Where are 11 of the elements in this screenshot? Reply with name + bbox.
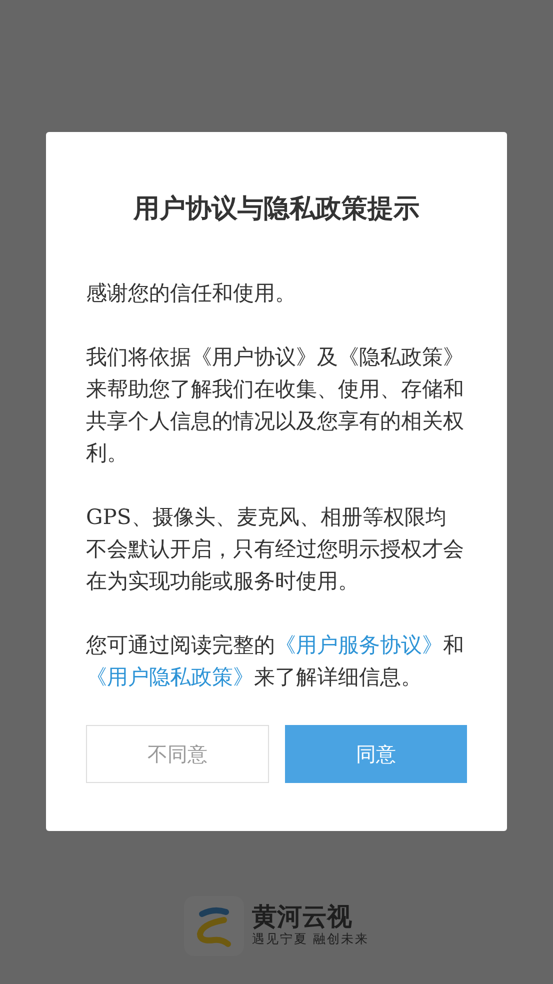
app-name: 黄河云视: [252, 902, 353, 930]
dialog-paragraph: 您可通过阅读完整的《用户服务协议》和 《用户隐私政策》来了解详细信息。: [86, 632, 465, 691]
dialog-title: 用户协议与隐私政策提示: [132, 193, 420, 226]
dialog-paragraph: 感谢您的信任和使用。: [86, 280, 297, 307]
dialog-paragraph: 我们将依据《用户协议》及《隐私政策》来帮助您了解我们在收集、使用、存储和共享个人信息的情况以及您享有的相关权利。: [86, 344, 465, 467]
disagree-button[interactable]: 不同意: [86, 725, 268, 783]
policy-link[interactable]: 《用户服务协议》: [275, 633, 443, 657]
dialog-paragraph: GPS、摄像头、麦克风、相册等权限均不会默认开启，只有经过您明示授权才会在为实现功能或服务时使用。: [86, 504, 465, 595]
agree-button[interactable]: 同意: [284, 725, 467, 783]
app-slogan: 遇见宁夏 融创未来: [252, 930, 369, 948]
policy-link[interactable]: 《用户隐私政策》: [86, 665, 254, 689]
